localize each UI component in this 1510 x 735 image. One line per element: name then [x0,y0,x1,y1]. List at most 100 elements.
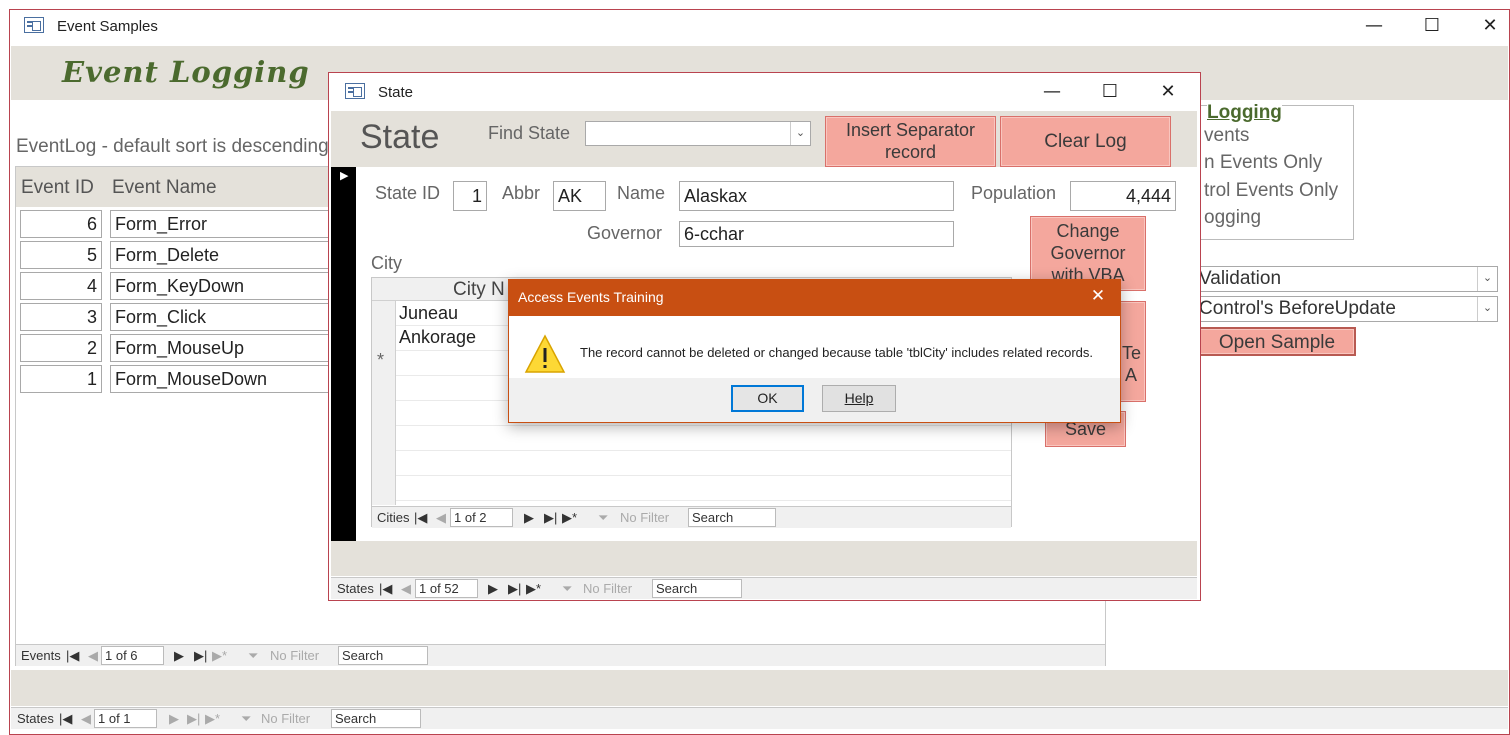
no-filter-label[interactable]: No Filter [270,648,319,663]
app-icon [24,17,44,33]
next-record-icon[interactable]: ▶ [169,711,179,727]
filter-icon[interactable]: ⏷ [241,711,251,727]
last-record-icon[interactable]: ▶| [544,510,557,526]
event-name-cell[interactable]: Form_MouseUp [110,334,330,362]
last-record-icon[interactable]: ▶| [508,581,521,597]
name-field[interactable]: Alaskax [679,181,954,211]
chevron-down-icon[interactable]: ⌄ [1477,267,1497,291]
logging-option[interactable]: trol Events Only [1204,180,1338,202]
event-name-cell[interactable]: Form_KeyDown [110,272,330,300]
event-id-cell[interactable]: 5 [20,241,102,269]
abbr-field[interactable]: AK [553,181,606,211]
city-row[interactable]: Ankorage [399,327,476,348]
new-record-icon[interactable]: ▶* [526,581,541,597]
first-record-icon[interactable]: |◀ [379,581,392,597]
maximize-button[interactable]: ☐ [1412,14,1452,38]
help-button[interactable]: Help [822,385,896,412]
city-label: City [371,253,402,273]
event-id-cell[interactable]: 6 [20,210,102,238]
event-id-cell[interactable]: 2 [20,334,102,362]
warning-icon [524,334,566,373]
no-filter-label[interactable]: No Filter [261,711,310,726]
no-filter-label[interactable]: No Filter [583,581,632,596]
button-text-fragment: Te [1121,343,1141,363]
minimize-button[interactable]: — [1354,14,1394,38]
name-label: Name [617,183,666,203]
find-state-combo[interactable]: ⌄ [585,121,811,146]
city-column-header[interactable]: City N [453,279,505,301]
state-window-title: State [378,84,414,101]
eventlog-caption: EventLog - default sort is descending [16,136,329,157]
search-input[interactable]: Search [652,579,742,598]
city-row[interactable]: Juneau [399,303,458,324]
state-id-field[interactable]: 1 [453,181,487,211]
prev-record-icon[interactable]: ◀ [401,581,411,597]
first-record-icon[interactable]: |◀ [414,510,427,526]
record-number-input[interactable]: 1 of 1 [94,709,157,728]
population-field[interactable]: 4,444 [1070,181,1176,211]
prev-record-icon[interactable]: ◀ [81,711,91,727]
search-input[interactable]: Search [688,508,776,527]
find-state-label: Find State [488,123,571,143]
first-record-icon[interactable]: |◀ [66,648,79,664]
chevron-down-icon[interactable]: ⌄ [790,122,810,145]
logging-option[interactable]: n Events Only [1204,152,1322,174]
new-row-marker: * [377,350,385,370]
last-record-icon[interactable]: ▶| [187,711,200,727]
nav-label: States [337,581,374,596]
search-input[interactable]: Search [338,646,428,665]
next-record-icon[interactable]: ▶ [488,581,498,597]
logging-option[interactable]: ogging [1204,207,1261,229]
main-footer-band [11,670,1508,706]
event-name-cell[interactable]: Form_Error [110,210,330,238]
search-input[interactable]: Search [331,709,421,728]
chevron-down-icon[interactable]: ⌄ [1477,297,1497,321]
event-id-cell[interactable]: 4 [20,272,102,300]
event-name-cell[interactable]: Form_MouseDown [110,365,330,393]
minimize-button[interactable]: — [1032,80,1072,104]
open-sample-button[interactable]: Open Sample [1198,327,1356,356]
filter-icon[interactable]: ⏷ [562,581,572,597]
logging-option[interactable]: vents [1204,125,1249,147]
new-record-icon[interactable]: ▶* [562,510,577,526]
sample-name-combo[interactable]: Control's BeforeUpdate ⌄ [1190,296,1498,322]
close-button[interactable]: ✕ [1470,14,1510,38]
button-text-fragment: A [1124,365,1137,385]
event-logging-title: Event Logging [62,55,310,89]
next-record-icon[interactable]: ▶ [524,510,534,526]
combo-value: Validation [1199,268,1282,289]
filter-icon[interactable]: ⏷ [598,510,608,526]
cities-record-navigator: Cities |◀ ◀ 1 of 2 ▶ ▶| ▶* ⏷ No Filter S… [372,506,1011,528]
new-record-icon[interactable]: ▶* [212,648,227,664]
new-record-icon[interactable]: ▶* [205,711,220,727]
ok-button[interactable]: OK [731,385,804,412]
record-number-input[interactable]: 1 of 6 [101,646,164,665]
event-id-cell[interactable]: 1 [20,365,102,393]
event-name-cell[interactable]: Form_Delete [110,241,330,269]
dialog-message: The record cannot be deleted or changed … [580,345,1093,360]
close-button[interactable]: ✕ [1148,80,1188,104]
first-record-icon[interactable]: |◀ [59,711,72,727]
dialog-title: Access Events Training [518,289,664,305]
next-record-icon[interactable]: ▶ [174,648,184,664]
main-window-title: Event Samples [57,18,158,35]
record-number-input[interactable]: 1 of 2 [450,508,513,527]
prev-record-icon[interactable]: ◀ [436,510,446,526]
no-filter-label[interactable]: No Filter [620,510,669,525]
event-name-cell[interactable]: Form_Click [110,303,330,331]
state-id-label: State ID [375,183,441,203]
record-number-input[interactable]: 1 of 52 [415,579,478,598]
governor-field[interactable]: 6-cchar [679,221,954,247]
clear-log-button[interactable]: Clear Log [1000,116,1171,167]
event-id-cell[interactable]: 3 [20,303,102,331]
filter-icon[interactable]: ⏷ [248,648,258,664]
last-record-icon[interactable]: ▶| [194,648,207,664]
population-label: Population [971,183,1057,203]
maximize-button[interactable]: ☐ [1090,80,1130,104]
states-record-navigator-main: States |◀ ◀ 1 of 1 ▶ ▶| ▶* ⏷ No Filter S… [11,707,1508,729]
insert-separator-button[interactable]: Insert Separator record [825,116,996,167]
prev-record-icon[interactable]: ◀ [88,648,98,664]
record-selector[interactable]: ▶ [331,167,356,541]
dialog-close-button[interactable]: ✕ [1086,286,1110,306]
sample-category-combo[interactable]: Validation ⌄ [1190,266,1498,292]
